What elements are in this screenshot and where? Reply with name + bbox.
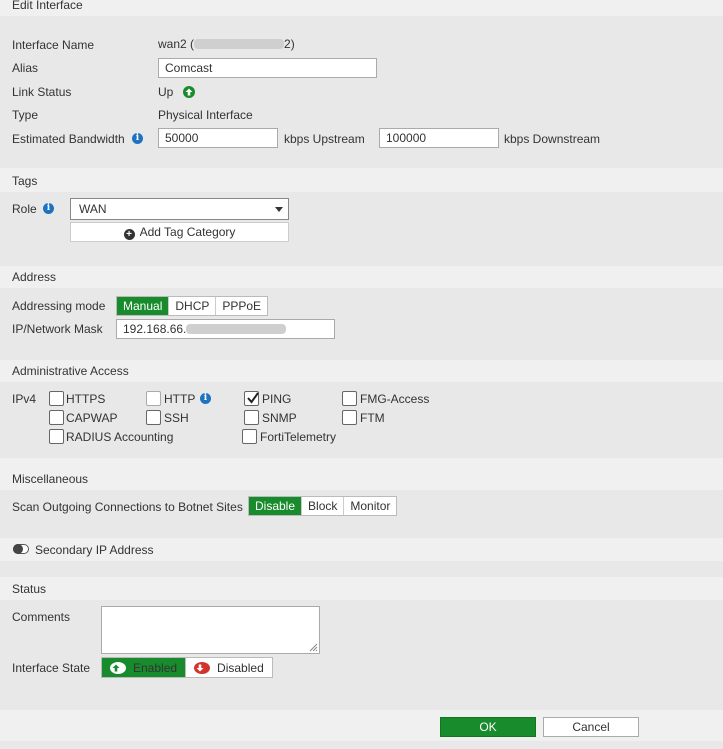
- tags-header: Tags: [0, 170, 723, 192]
- secondary-ip-label: Secondary IP Address: [35, 543, 154, 557]
- toggle-knob: [13, 544, 23, 554]
- interface-state-label: Interface State: [12, 661, 91, 675]
- downstream-unit: kbps Downstream: [504, 132, 601, 146]
- comments-textarea[interactable]: [101, 606, 320, 654]
- https-label: HTTPS: [66, 392, 106, 406]
- ipv4-label: IPv4: [12, 392, 37, 406]
- botnet-scan-toggle: Disable Block Monitor: [248, 496, 398, 516]
- mode-manual-button[interactable]: Manual: [117, 297, 170, 315]
- secondary-ip-toggle[interactable]: [13, 544, 29, 554]
- arrow-up-circle-icon: [110, 661, 126, 674]
- status-header: Status: [0, 578, 723, 600]
- redacted-value: [194, 38, 285, 49]
- admin-access-header: Administrative Access: [0, 360, 723, 382]
- resize-handle-icon[interactable]: [308, 642, 318, 652]
- alias-label: Alias: [12, 61, 39, 75]
- https-checkbox[interactable]: [49, 391, 64, 406]
- mode-pppoe-button[interactable]: PPPoE: [216, 297, 267, 315]
- address-header: Address: [0, 266, 723, 288]
- radius-accounting-checkbox[interactable]: [49, 429, 64, 444]
- redacted-value: [186, 323, 287, 334]
- info-icon[interactable]: i: [200, 393, 211, 404]
- upstream-unit: kbps Upstream: [284, 132, 365, 146]
- role-select[interactable]: WAN: [70, 198, 289, 220]
- ip-mask-input[interactable]: 192.168.66.: [116, 319, 335, 339]
- downstream-input[interactable]: 100000: [379, 128, 499, 148]
- role-select-value: WAN: [79, 202, 107, 216]
- chevron-down-icon: [275, 207, 283, 212]
- ssh-checkbox[interactable]: [146, 410, 161, 425]
- link-status-value: Up: [158, 85, 174, 99]
- capwap-label: CAPWAP: [66, 411, 118, 425]
- ping-label: PING: [262, 392, 292, 406]
- alias-input[interactable]: Comcast: [158, 58, 377, 78]
- secondary-ip-divider: [0, 561, 723, 577]
- botnet-block-button[interactable]: Block: [302, 497, 345, 515]
- misc-header: Miscellaneous: [0, 468, 723, 490]
- info-icon[interactable]: i: [132, 133, 143, 144]
- ip-value: 192.168.66.: [123, 322, 187, 336]
- disabled-label: Disabled: [217, 660, 264, 675]
- radius-accounting-label: RADIUS Accounting: [66, 430, 174, 444]
- info-icon[interactable]: i: [43, 203, 54, 214]
- botnet-disable-button[interactable]: Disable: [249, 497, 303, 515]
- plus-circle-icon: +: [123, 229, 135, 240]
- addressing-mode-label: Addressing mode: [12, 299, 106, 313]
- fmg-access-label: FMG-Access: [360, 392, 430, 406]
- comments-label: Comments: [12, 610, 71, 624]
- botnet-monitor-button[interactable]: Monitor: [344, 497, 396, 515]
- fortitelemetry-checkbox[interactable]: [242, 429, 257, 444]
- add-tag-category-button[interactable]: + Add Tag Category: [70, 222, 289, 242]
- botnet-scan-label: Scan Outgoing Connections to Botnet Site…: [12, 500, 243, 514]
- snmp-checkbox[interactable]: [244, 410, 259, 425]
- enabled-label: Enabled: [133, 660, 178, 675]
- ip-mask-label: IP/Network Mask: [12, 322, 103, 336]
- link-status-label: Link Status: [12, 85, 72, 99]
- ping-checkbox[interactable]: [244, 391, 259, 406]
- type-label: Type: [12, 108, 39, 122]
- snmp-label: SNMP: [262, 411, 297, 425]
- fortitelemetry-label: FortiTelemetry: [260, 430, 337, 444]
- upstream-input[interactable]: 50000: [158, 128, 278, 148]
- ssh-label: SSH: [164, 411, 189, 425]
- role-label: Role: [12, 202, 37, 216]
- http-label: HTTP: [164, 392, 196, 406]
- type-value: Physical Interface: [158, 108, 253, 122]
- interface-name-label: Interface Name: [12, 38, 95, 52]
- addressing-mode-toggle: Manual DHCP PPPoE: [116, 296, 269, 316]
- arrow-down-circle-icon: [194, 661, 211, 674]
- page-title: Edit Interface: [12, 0, 83, 12]
- mode-dhcp-button[interactable]: DHCP: [169, 297, 217, 315]
- address-section: [0, 288, 723, 360]
- state-disabled-button[interactable]: Disabled: [186, 658, 272, 677]
- checkmark-icon: [247, 392, 259, 404]
- bandwidth-label: Estimated Bandwidth: [12, 132, 125, 146]
- fmg-access-checkbox[interactable]: [342, 391, 357, 406]
- ftm-checkbox[interactable]: [342, 410, 357, 425]
- interface-state-toggle: Enabled Disabled: [101, 657, 273, 678]
- ok-button[interactable]: OK: [440, 717, 536, 737]
- cancel-button[interactable]: Cancel: [543, 717, 639, 737]
- interface-name-value: wan2 (2): [158, 37, 295, 51]
- http-checkbox[interactable]: [146, 391, 161, 406]
- ftm-label: FTM: [360, 411, 385, 425]
- add-tag-category-label: Add Tag Category: [139, 225, 236, 239]
- arrow-up-icon: [183, 86, 195, 98]
- capwap-checkbox[interactable]: [49, 410, 64, 425]
- footer-bottom-strip: [0, 741, 723, 749]
- state-enabled-button[interactable]: Enabled: [102, 658, 187, 677]
